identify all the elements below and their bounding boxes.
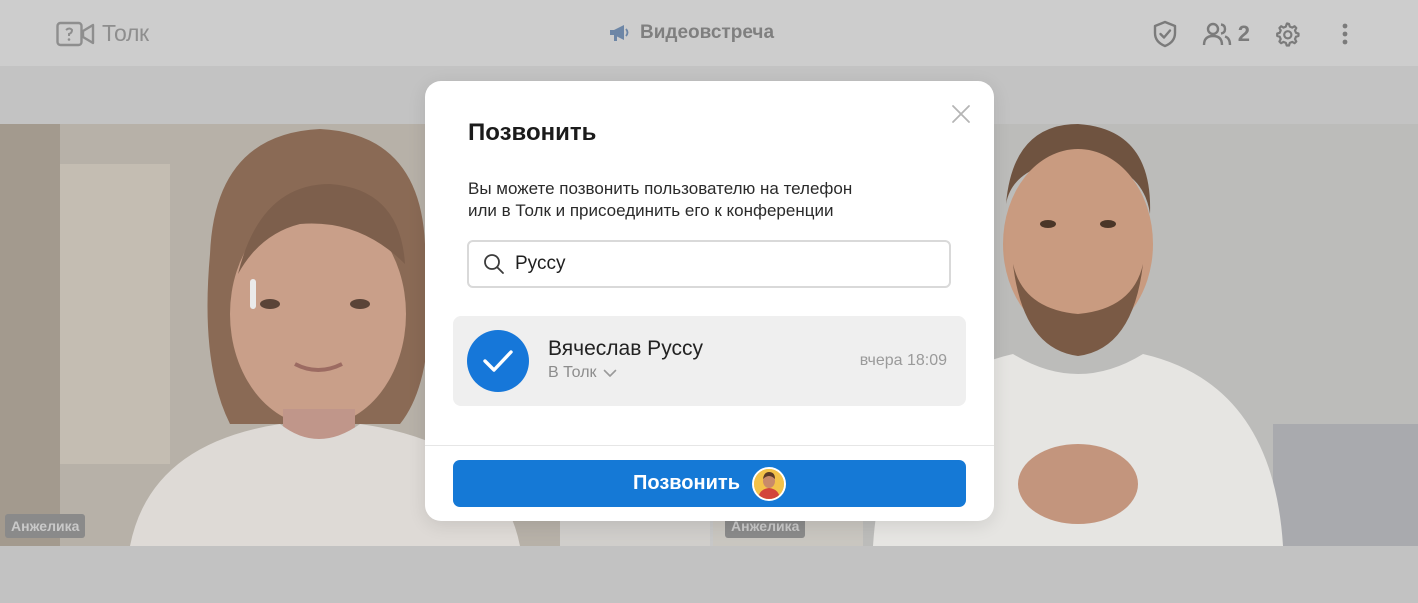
logo-text: Толк <box>102 20 149 46</box>
gear-icon <box>1276 22 1300 47</box>
settings-button[interactable] <box>1274 21 1300 47</box>
call-channel-dropdown[interactable]: В Толк <box>548 364 617 382</box>
last-seen-time: вчера 18:09 <box>859 352 947 369</box>
contact-result-item[interactable]: Вячеслав Руссу В Толк вчера 18:09 <box>453 316 966 406</box>
chevron-down-icon <box>603 369 616 377</box>
call-dialog: Позвонить Вы можете позвонить пользовате… <box>425 81 994 521</box>
search-field[interactable] <box>467 240 951 288</box>
participant-name-tag: Анжелика <box>5 514 86 538</box>
dialog-title: Позвонить <box>468 119 597 146</box>
top-actions: 2 <box>1152 20 1300 48</box>
close-icon <box>952 105 970 123</box>
search-icon <box>484 254 504 274</box>
contact-name: Вячеслав Руссу <box>548 337 703 360</box>
user-avatar-icon <box>753 468 784 499</box>
close-button[interactable] <box>948 101 974 127</box>
top-bar: Толк Видеовстреча 2 <box>0 0 1418 66</box>
avatar <box>751 466 786 501</box>
dialog-description: Вы можете позвонить пользователю на теле… <box>468 179 853 220</box>
video-camera-icon <box>56 21 95 46</box>
meeting-title-text: Видеовстреча <box>640 22 775 43</box>
bottom-toolbar <box>0 546 1418 603</box>
shield-check-icon <box>1153 20 1176 48</box>
kebab-menu-icon <box>1342 23 1348 45</box>
megaphone-icon <box>610 25 629 41</box>
participants-count: 2 <box>1237 21 1250 46</box>
search-input[interactable] <box>515 253 935 275</box>
security-button[interactable] <box>1152 20 1178 48</box>
call-button[interactable]: Позвонить <box>453 460 966 507</box>
participants-icon <box>1202 22 1231 46</box>
app-logo: Толк <box>56 20 149 47</box>
more-menu-button[interactable] <box>1342 23 1348 50</box>
selected-checkmark <box>467 330 529 392</box>
meeting-title: Видеовстреча <box>608 22 774 44</box>
footer-divider <box>425 445 994 446</box>
call-button-label: Позвонить <box>633 472 740 494</box>
call-channel-label: В Толк <box>548 364 597 381</box>
participants-button[interactable]: 2 <box>1202 21 1250 47</box>
checkmark-icon <box>483 350 513 372</box>
